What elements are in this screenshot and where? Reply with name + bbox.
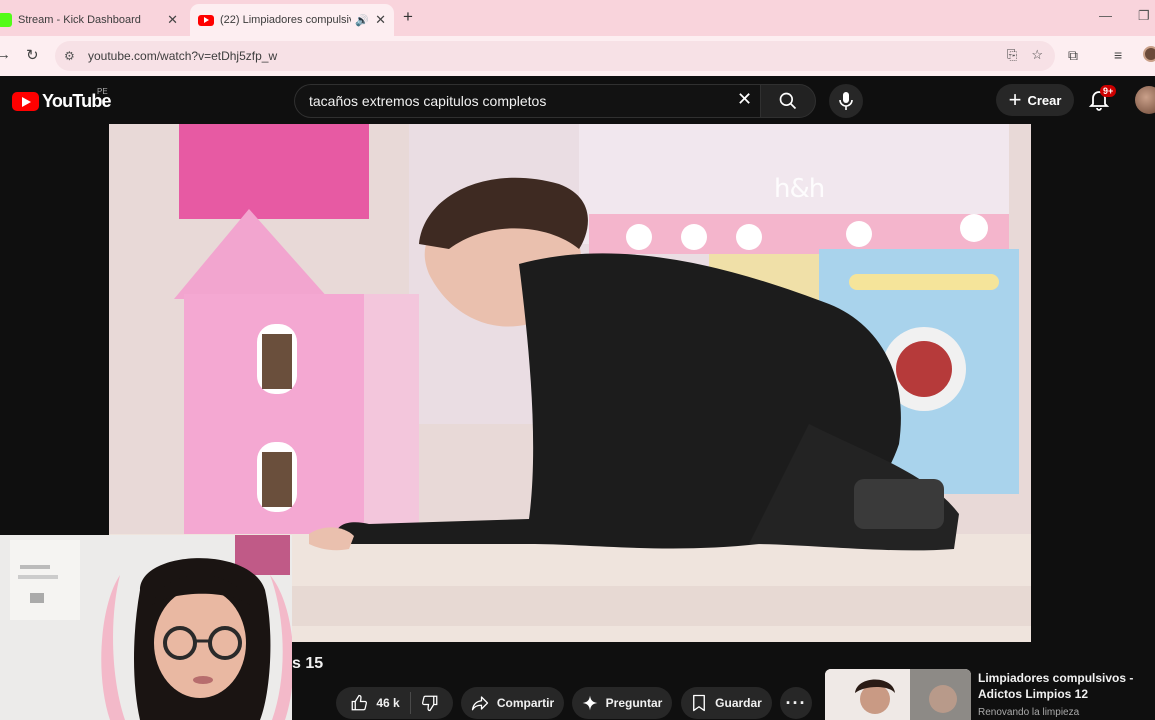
create-label: Crear bbox=[1027, 92, 1062, 108]
like-count: 46 k bbox=[376, 696, 400, 710]
thumbs-down-icon bbox=[421, 695, 438, 712]
microphone-icon bbox=[839, 92, 853, 110]
like-dislike-group: 46 k bbox=[336, 687, 453, 719]
url-text[interactable]: youtube.com/watch?v=etDhj5zfp_w bbox=[88, 49, 277, 63]
save-label: Guardar bbox=[715, 696, 762, 710]
tab-kick-dashboard[interactable]: Stream - Kick Dashboard ✕ bbox=[0, 4, 186, 36]
user-avatar[interactable] bbox=[1135, 86, 1155, 114]
recommendation-title[interactable]: Limpiadores compulsivos - Adictos Limpio… bbox=[978, 670, 1148, 702]
plus-icon: + bbox=[1008, 87, 1022, 112]
create-button[interactable]: + Crear bbox=[996, 84, 1074, 116]
bookmark-icon bbox=[693, 694, 706, 712]
sparkle-icon bbox=[582, 695, 597, 711]
close-tab-icon[interactable]: ✕ bbox=[375, 12, 386, 28]
clear-search-icon[interactable]: ✕ bbox=[737, 89, 752, 110]
recommendation-channel[interactable]: Renovando la limpieza bbox=[978, 707, 1079, 718]
voice-search-button[interactable] bbox=[829, 84, 863, 118]
video-title: s 15 bbox=[292, 655, 324, 672]
save-button[interactable]: Guardar bbox=[681, 687, 772, 719]
youtube-logo[interactable]: YouTube PE bbox=[12, 87, 112, 112]
new-tab-button[interactable]: + bbox=[403, 7, 413, 27]
bookmark-star-icon[interactable]: ☆ bbox=[1031, 47, 1043, 63]
share-button[interactable]: Compartir bbox=[461, 687, 564, 719]
notifications-badge: 9+ bbox=[1100, 85, 1117, 97]
tab-title: (22) Limpiadores compulsivos bbox=[220, 14, 351, 26]
thumbnail-image bbox=[825, 669, 971, 720]
youtube-favicon-icon bbox=[198, 14, 214, 26]
youtube-play-icon bbox=[12, 92, 39, 111]
streamer-webcam-image bbox=[0, 535, 292, 720]
channel-watermark: h&h bbox=[774, 174, 825, 204]
search-input[interactable] bbox=[309, 85, 729, 117]
tab-title: Stream - Kick Dashboard bbox=[18, 14, 141, 26]
address-bar[interactable]: ⚙ youtube.com/watch?v=etDhj5zfp_w ⎘ ☆ bbox=[55, 41, 1055, 71]
extensions-icon[interactable]: ⧉ bbox=[1068, 47, 1078, 64]
reload-icon[interactable]: ↻ bbox=[26, 46, 39, 64]
more-dots-icon: ··· bbox=[785, 692, 807, 713]
like-button[interactable]: 46 k bbox=[340, 687, 409, 719]
forward-icon[interactable]: → bbox=[0, 46, 11, 63]
browser-toolbar: → ↻ ⚙ youtube.com/watch?v=etDhj5zfp_w ⎘ … bbox=[0, 36, 1155, 76]
search-box bbox=[294, 84, 760, 118]
maximize-icon[interactable]: ❐ bbox=[1138, 8, 1150, 24]
share-icon bbox=[471, 696, 488, 711]
close-tab-icon[interactable]: ✕ bbox=[167, 12, 178, 28]
install-app-icon[interactable]: ⎘ bbox=[1007, 47, 1017, 63]
dislike-button[interactable] bbox=[411, 687, 449, 719]
more-actions-button[interactable]: ··· bbox=[780, 687, 812, 719]
browser-tab-strip: Stream - Kick Dashboard ✕ (22) Limpiador… bbox=[0, 0, 1155, 36]
minimize-icon[interactable]: — bbox=[1099, 8, 1112, 23]
speaker-icon[interactable]: 🔊 bbox=[355, 14, 369, 27]
share-label: Compartir bbox=[496, 696, 555, 710]
tab-youtube-video[interactable]: (22) Limpiadores compulsivos 🔊 ✕ bbox=[190, 4, 394, 36]
country-code: PE bbox=[97, 87, 108, 96]
kick-favicon-icon bbox=[0, 13, 12, 27]
ask-button[interactable]: Preguntar bbox=[572, 687, 672, 719]
thumbs-up-icon bbox=[351, 694, 368, 711]
youtube-masthead: YouTube PE bbox=[0, 76, 1155, 124]
recommendation-thumbnail[interactable] bbox=[825, 669, 971, 720]
search-button[interactable] bbox=[760, 84, 816, 118]
media-controls-icon[interactable]: ≡ bbox=[1114, 47, 1122, 63]
webcam-overlay bbox=[0, 535, 292, 720]
browser-profile-avatar[interactable] bbox=[1143, 46, 1155, 62]
search-icon bbox=[779, 92, 797, 110]
ask-label: Preguntar bbox=[605, 696, 663, 710]
site-settings-icon[interactable]: ⚙ bbox=[64, 49, 78, 63]
